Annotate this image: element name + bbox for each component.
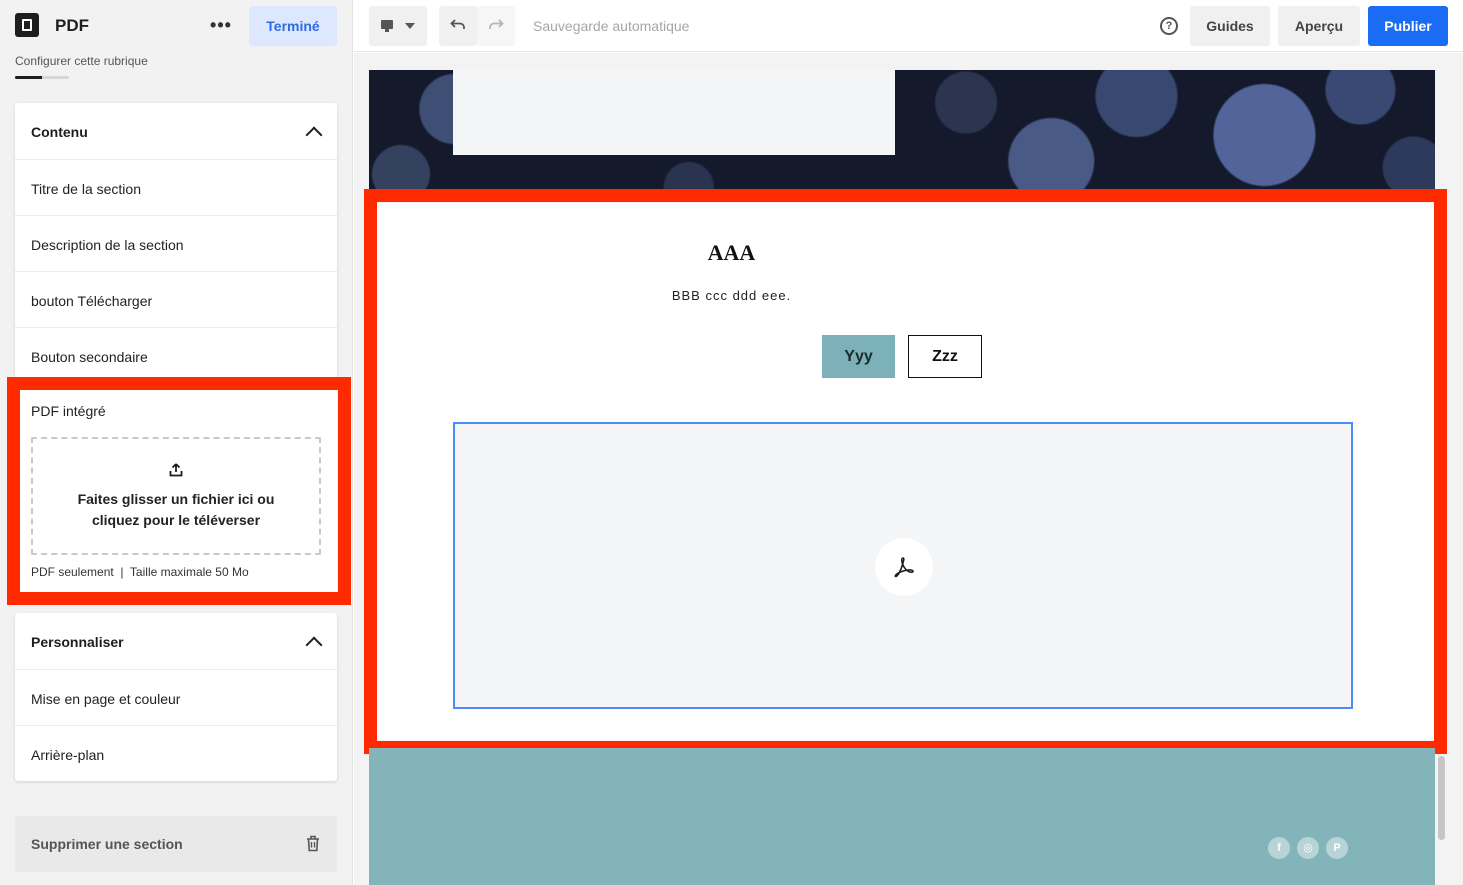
chevron-up-icon[interactable]: [305, 636, 323, 654]
sidebar-item-secondary-button[interactable]: Bouton secondaire: [15, 327, 337, 383]
pdf-embed-card: PDF intégré Faites glisser un fichier ic…: [15, 385, 337, 592]
device-switcher[interactable]: [369, 6, 427, 46]
trash-icon: [307, 835, 319, 852]
config-progress-bar: [15, 76, 69, 79]
pdf-icon-badge: [875, 538, 933, 596]
download-button[interactable]: Yyy: [822, 335, 895, 378]
customize-panel: Personnaliser Mise en page et couleur Ar…: [15, 613, 337, 781]
dropdown-icon: [405, 23, 415, 29]
preview-label: Aperçu: [1294, 18, 1344, 34]
delete-section-button[interactable]: Supprimer une section: [15, 816, 337, 872]
preview-button[interactable]: Aperçu: [1278, 6, 1360, 46]
sidebar-item-section-title[interactable]: Titre de la section: [15, 159, 337, 215]
done-button[interactable]: Terminé: [249, 6, 337, 46]
sidebar-item-label: Arrière-plan: [31, 747, 105, 763]
more-icon[interactable]: •••: [208, 12, 234, 38]
instagram-icon[interactable]: ◎: [1297, 837, 1319, 859]
sidebar-item-background[interactable]: Arrière-plan: [15, 725, 337, 781]
pdf-embed-frame[interactable]: [453, 422, 1353, 709]
delete-section-label: Supprimer une section: [31, 836, 183, 852]
guides-label: Guides: [1206, 18, 1254, 34]
pinterest-icon[interactable]: P: [1326, 837, 1348, 859]
section-description[interactable]: BBB ccc ddd eee.: [0, 288, 1463, 303]
undo-icon: [450, 19, 465, 29]
publish-label: Publier: [1384, 18, 1432, 34]
redo-icon: [489, 19, 504, 29]
top-toolbar: Sauvegarde automatique ? Guides Aperçu P…: [354, 0, 1463, 52]
secondary-button[interactable]: Zzz: [908, 335, 982, 378]
redo-button[interactable]: [477, 6, 515, 46]
sidebar-item-label: Titre de la section: [31, 181, 141, 197]
dropzone-text: Faites glisser un fichier ici ou cliquez…: [77, 491, 275, 528]
content-panel-title: Contenu: [31, 124, 88, 140]
editor-sidebar: PDF ••• Terminé Configurer cette rubriqu…: [0, 0, 353, 885]
autosave-status: Sauvegarde automatique: [533, 18, 690, 34]
sidebar-item-label: Mise en page et couleur: [31, 691, 181, 707]
hero-text-box[interactable]: [453, 70, 895, 155]
config-progress-fill: [15, 76, 42, 79]
upload-hint: PDF seulement | Taille maximale 50 Mo: [31, 565, 249, 579]
sidebar-header: PDF ••• Terminé: [0, 0, 353, 52]
sidebar-item-label: Bouton secondaire: [31, 349, 148, 365]
sidebar-subtitle: Configurer cette rubrique: [15, 54, 148, 68]
pdf-icon: [894, 557, 914, 578]
desktop-icon: [381, 20, 393, 32]
facebook-icon[interactable]: f: [1268, 837, 1290, 859]
undo-button[interactable]: [439, 6, 477, 46]
guides-button[interactable]: Guides: [1190, 6, 1270, 46]
pdf-embed-label: PDF intégré: [31, 403, 106, 419]
help-icon[interactable]: ?: [1160, 17, 1178, 35]
document-icon: [15, 13, 39, 37]
content-panel-header[interactable]: Contenu: [15, 103, 337, 159]
pdf-dropzone[interactable]: Faites glisser un fichier ici ou cliquez…: [31, 437, 321, 555]
chevron-up-icon[interactable]: [305, 126, 323, 144]
section-title[interactable]: AAA: [0, 240, 1463, 266]
sidebar-item-layout-color[interactable]: Mise en page et couleur: [15, 669, 337, 725]
publish-button[interactable]: Publier: [1368, 6, 1448, 46]
upload-icon: [169, 463, 183, 477]
customize-panel-title: Personnaliser: [31, 634, 124, 650]
customize-panel-header[interactable]: Personnaliser: [15, 613, 337, 669]
sidebar-title: PDF: [55, 16, 89, 35]
canvas-scrollbar[interactable]: [1438, 756, 1445, 840]
site-footer: [369, 748, 1435, 885]
